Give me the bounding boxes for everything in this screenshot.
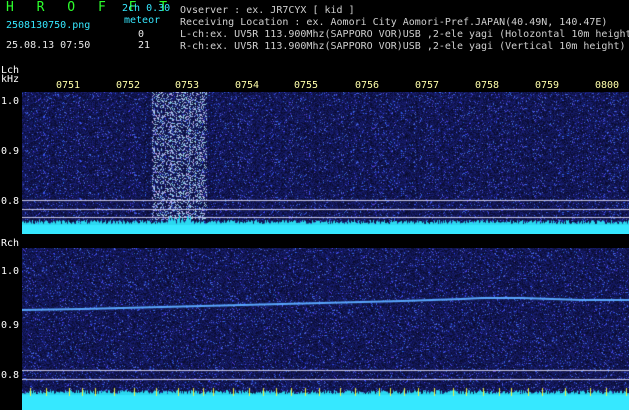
rch-meteor-count: 21 [138, 40, 151, 51]
lch-info-line: L-ch:ex. UV5R 113.900Mhz(SAPPORO VOR)USB… [180, 29, 629, 40]
lch-freq-label-1-0: 1.0 [1, 96, 20, 107]
time-tick-label: 0756 [355, 80, 380, 91]
rch-info-line: R-ch:ex. UV5R 113.900Mhz(SAPPORO VOR)USB… [180, 41, 626, 52]
time-tick-label: 0752 [116, 80, 141, 91]
lch-unit-label: kHz [1, 74, 20, 85]
time-tick-label: 0757 [415, 80, 440, 91]
meteor-label: meteor [124, 15, 161, 26]
time-tick-label: 0754 [235, 80, 260, 91]
observer-line: Ovserver : ex. JR7CYX [ kid ] [180, 5, 355, 16]
lch-waterfall [22, 92, 629, 234]
time-tick-label: 0758 [475, 80, 500, 91]
time-tick-label: 0753 [175, 80, 200, 91]
lch-freq-label-0-9: 0.9 [1, 146, 20, 157]
location-line: Receiving Location : ex. Aomori City Aom… [180, 17, 608, 28]
rch-freq-label-0-8: 0.8 [1, 370, 20, 381]
time-tick-label: 0751 [56, 80, 81, 91]
time-axis: 0751 0752 0753 0754 0755 0756 0757 0758 … [22, 80, 629, 92]
filename-label: 2508130750.png [6, 20, 91, 31]
time-tick-label: 0800 [595, 80, 620, 91]
datetime-label: 25.08.13 07:50 [6, 40, 91, 51]
time-tick-label: 0755 [294, 80, 319, 91]
rch-waterfall-canvas [22, 248, 629, 410]
rch-waterfall [22, 248, 629, 410]
time-tick-label: 0759 [535, 80, 560, 91]
lch-waterfall-canvas [22, 92, 629, 234]
channel-divider [0, 234, 629, 248]
header: H R O F F T 2ch 0.30 meteor 2508130750.p… [0, 0, 629, 85]
lch-freq-label-0-8: 0.8 [1, 196, 20, 207]
rch-freq-label-1-0: 1.0 [1, 266, 20, 277]
rch-freq-label-0-9: 0.9 [1, 320, 20, 331]
rch-label: Rch [1, 238, 20, 249]
version-label: 2ch 0.30 [122, 3, 171, 14]
